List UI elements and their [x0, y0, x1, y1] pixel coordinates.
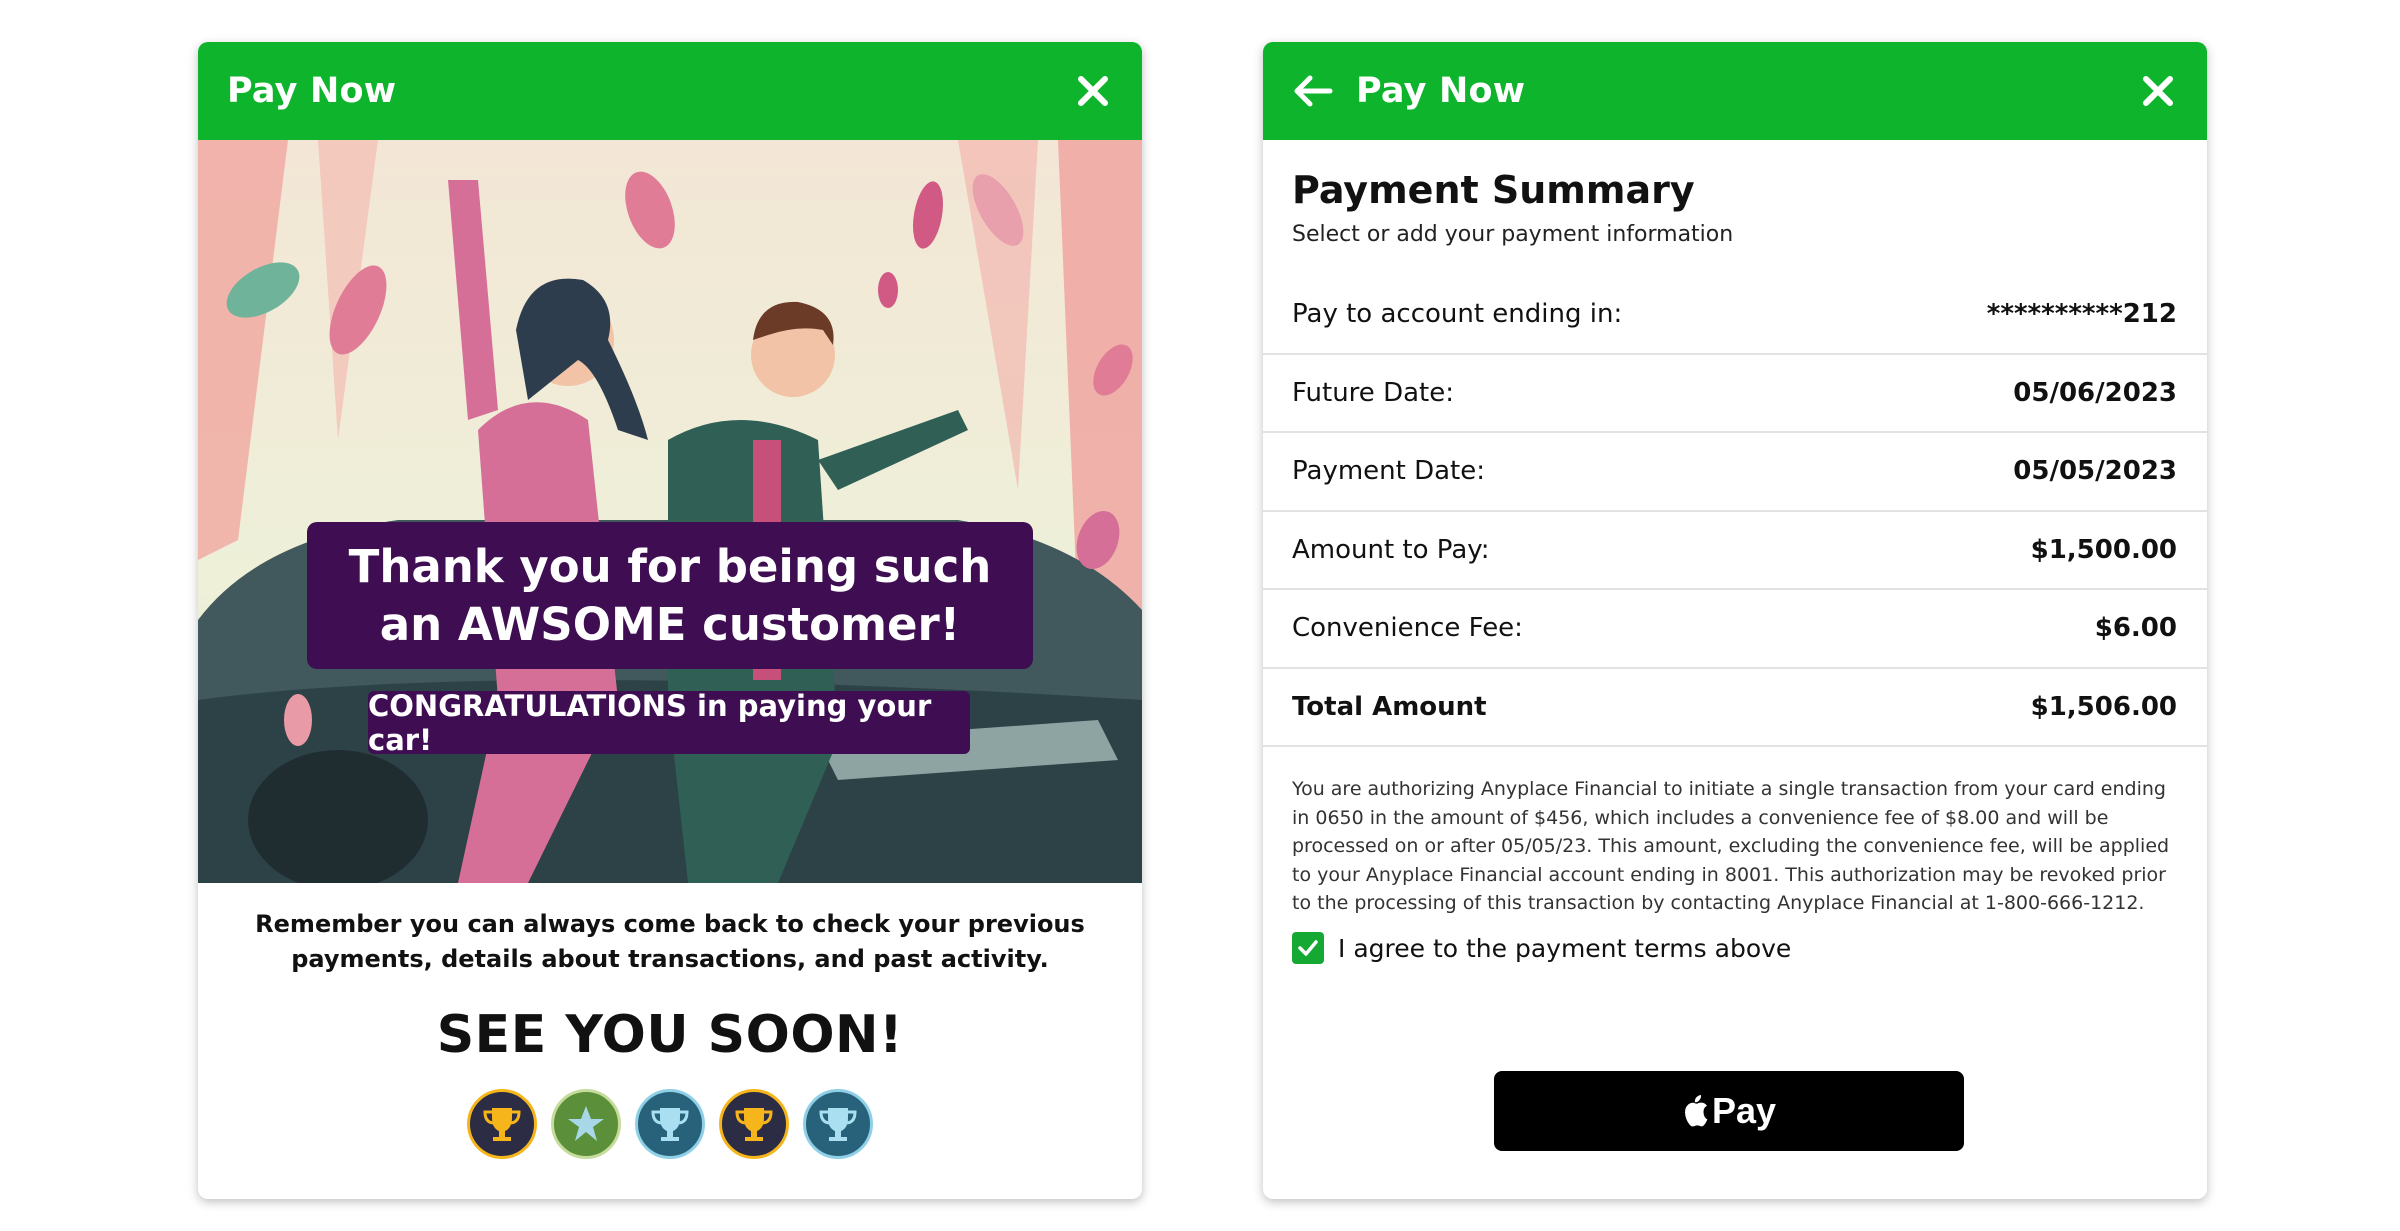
row-label: Convenience Fee:: [1292, 613, 1523, 644]
congratulations-banner: CONGRATULATIONS in paying your car!: [368, 689, 970, 757]
row-value: $1,506.00: [2030, 691, 2177, 722]
card-header: Pay Now: [198, 42, 1142, 140]
summary-heading: Payment Summary Select or add your payme…: [1263, 140, 2207, 276]
summary-subtitle: Select or add your payment information: [1292, 222, 1734, 247]
close-icon: [2143, 76, 2173, 106]
total-row: Total Amount $1,506.00: [1263, 669, 2207, 747]
authorization-text: You are authorizing Anyplace Financial t…: [1292, 778, 2170, 914]
row-label: Payment Date:: [1292, 456, 1485, 487]
header-title: Pay Now: [227, 71, 397, 111]
future-date-row: Future Date: 05/06/2023: [1263, 355, 2207, 433]
apple-logo-icon: [1682, 1095, 1708, 1127]
close-icon: [1078, 76, 1108, 106]
row-value: 05/05/2023: [2013, 456, 2177, 487]
pay-now-confirmation-card: Pay Now Thank you for being such an AWSO…: [198, 42, 1142, 1199]
payment-date-row: Payment Date: 05/05/2023: [1263, 433, 2207, 512]
row-value: $1,500.00: [2030, 534, 2177, 565]
celebration-image: [198, 140, 1142, 883]
row-value: **********212: [1986, 299, 2177, 330]
reminder-text: Remember you can always come back to che…: [255, 910, 1085, 973]
achievement-badges: [198, 1089, 1142, 1159]
green-star-badge-icon: [551, 1089, 621, 1159]
arrow-left-icon: [1294, 75, 1333, 107]
row-label: Pay to account ending in:: [1292, 299, 1623, 330]
convenience-fee-row: Convenience Fee: $6.00: [1263, 590, 2207, 669]
apple-pay-button[interactable]: Pay: [1494, 1071, 1964, 1151]
blue-trophy-icon: [803, 1089, 873, 1159]
close-button[interactable]: [1073, 71, 1113, 111]
row-label: Total Amount: [1292, 691, 1487, 722]
blue-trophy-icon: [635, 1089, 705, 1159]
thank-you-banner: Thank you for being such an AWSOME custo…: [307, 522, 1033, 669]
pay-button-label: Pay: [1711, 1090, 1777, 1131]
card-header: Pay Now: [1263, 42, 2207, 140]
back-button[interactable]: [1292, 71, 1336, 111]
row-value: 05/06/2023: [2013, 377, 2177, 408]
agree-label: I agree to the payment terms above: [1338, 933, 1792, 963]
header-title: Pay Now: [1356, 71, 1526, 111]
summary-title: Payment Summary: [1292, 168, 1695, 212]
row-value: $6.00: [2094, 613, 2177, 644]
agree-checkbox[interactable]: [1292, 932, 1324, 964]
agree-terms: I agree to the payment terms above: [1263, 924, 2207, 972]
checkmark-icon: [1298, 940, 1318, 956]
celebration-illustration: Thank you for being such an AWSOME custo…: [198, 140, 1142, 883]
row-label: Amount to Pay:: [1292, 534, 1490, 565]
farewell-heading: SEE YOU SOON!: [436, 1005, 904, 1065]
payment-summary-card: Pay Now Payment Summary Select or add yo…: [1263, 42, 2207, 1199]
confirmation-footer: Remember you can always come back to che…: [198, 883, 1142, 1159]
summary-rows: Pay to account ending in: **********212 …: [1263, 276, 2207, 747]
close-button[interactable]: [2138, 71, 2178, 111]
gold-trophy-icon: [719, 1089, 789, 1159]
account-row: Pay to account ending in: **********212: [1263, 276, 2207, 355]
row-label: Future Date:: [1292, 377, 1454, 408]
amount-row: Amount to Pay: $1,500.00: [1263, 512, 2207, 590]
gold-trophy-icon: [467, 1089, 537, 1159]
